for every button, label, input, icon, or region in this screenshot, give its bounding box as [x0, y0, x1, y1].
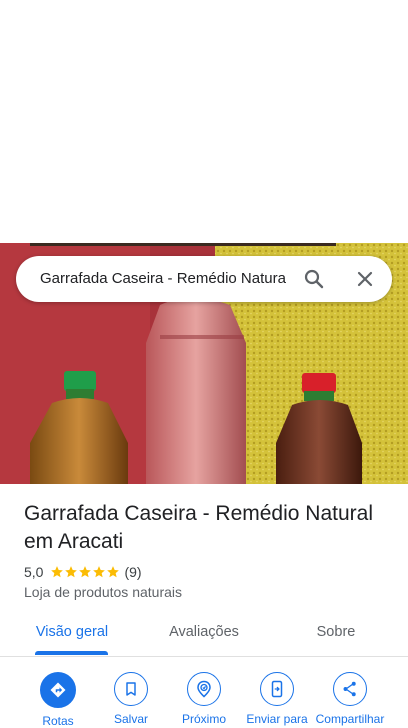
active-tab-indicator: [35, 651, 108, 655]
place-title: Garrafada Caseira - Remédio Natural em A…: [24, 502, 373, 553]
nearby-button[interactable]: Próximo: [167, 672, 241, 726]
tab-about[interactable]: Sobre: [284, 612, 388, 652]
star-icon: [93, 566, 106, 578]
rating-row[interactable]: 5,0 (9): [24, 562, 142, 582]
send-to-phone-button[interactable]: Enviar para: [240, 672, 314, 726]
send-to-phone-label: Enviar para: [246, 712, 308, 726]
search-bar[interactable]: Garrafada Caseira - Remédio Natura: [16, 256, 392, 302]
tab-reviews[interactable]: Avaliações: [152, 612, 256, 652]
share-label: Compartilhar: [315, 712, 385, 726]
save-label: Salvar: [113, 712, 148, 726]
search-icon[interactable]: [302, 267, 326, 291]
bookmark-icon: [114, 672, 148, 706]
rating-value: 5,0: [24, 564, 44, 580]
star-icon: [79, 566, 92, 578]
search-input[interactable]: Garrafada Caseira - Remédio Natura: [40, 256, 288, 302]
nearby-label: Próximo: [181, 712, 226, 726]
place-category[interactable]: Loja de produtos naturais: [24, 584, 182, 600]
nearby-icon: [187, 672, 221, 706]
save-button[interactable]: Salvar: [94, 672, 168, 726]
review-count[interactable]: (9): [124, 564, 141, 580]
star-icon: [51, 566, 64, 578]
directions-button[interactable]: Rotas: [21, 672, 95, 728]
close-icon[interactable]: [353, 267, 377, 291]
star-icon: [107, 566, 120, 578]
top-divider: [30, 243, 336, 246]
tab-overview[interactable]: Visão geral: [20, 612, 124, 652]
star-rating: [50, 565, 120, 579]
send-to-phone-icon: [260, 672, 294, 706]
share-icon: [333, 672, 367, 706]
share-button[interactable]: Compartilhar: [313, 672, 387, 726]
directions-icon: [40, 672, 76, 708]
star-icon: [65, 566, 78, 578]
